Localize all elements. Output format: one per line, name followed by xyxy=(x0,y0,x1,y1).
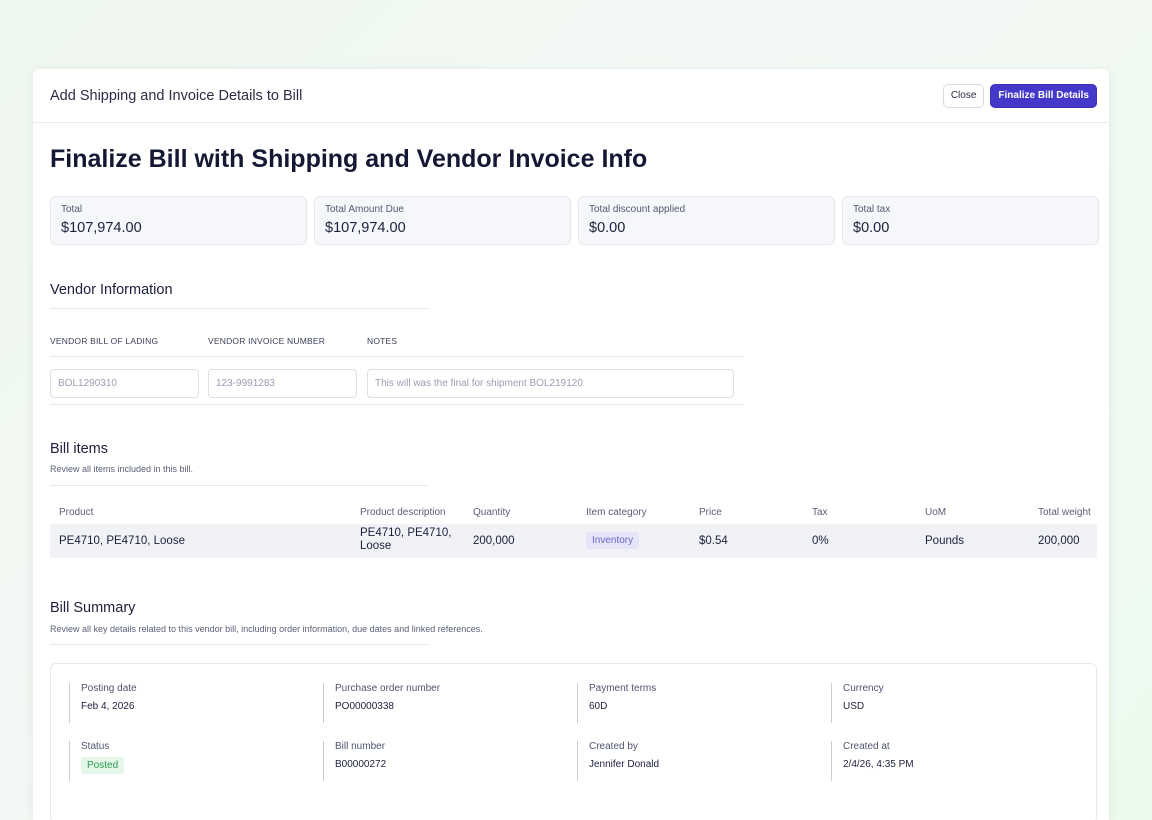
summary-label: Status xyxy=(81,741,110,752)
bill-modal: Add Shipping and Invoice Details to Bill… xyxy=(33,69,1109,820)
stat-value: $0.00 xyxy=(589,220,626,236)
divider xyxy=(50,356,744,357)
cell-product-description-line: PE4710, PE4710, xyxy=(360,527,452,539)
vendor-bill-of-lading-label: VENDOR BILL OF LADING xyxy=(50,336,159,346)
bill-summary-card: Posting date Feb 4, 2026 Purchase order … xyxy=(50,663,1097,820)
cell-price: $0.54 xyxy=(699,535,728,547)
stat-value: $0.00 xyxy=(853,220,890,236)
summary-payment-terms: Payment terms 60D xyxy=(577,683,656,723)
summary-label: Posting date xyxy=(81,683,137,694)
vendor-invoice-number-label: VENDOR INVOICE NUMBER xyxy=(208,336,326,346)
cell-product-description: PE4710, PE4710, Loose xyxy=(360,527,451,553)
cell-uom: Pounds xyxy=(925,535,965,547)
summary-purchase-order-number: Purchase order number PO00000338 xyxy=(323,683,440,723)
column-header-uom: UoM xyxy=(925,507,947,518)
column-header-product: Product xyxy=(59,507,94,518)
cell-product: PE4710, PE4710, Loose xyxy=(59,535,185,547)
stat-total-tax: Total tax $0.00 xyxy=(842,196,1099,245)
summary-value: Jennifer Donald xyxy=(589,759,660,770)
column-header-total-weight: Total weight xyxy=(1038,507,1091,518)
modal-title: Add Shipping and Invoice Details to Bill xyxy=(50,87,303,104)
summary-posting-date: Posting date Feb 4, 2026 xyxy=(69,683,137,723)
stat-total-discount: Total discount applied $0.00 xyxy=(578,196,835,245)
stat-label: Total discount applied xyxy=(589,204,686,215)
stat-total-amount-due: Total Amount Due $107,974.00 xyxy=(314,196,571,245)
column-header-item-category: Item category xyxy=(586,507,647,518)
notes-label: NOTES xyxy=(367,336,398,346)
summary-label: Purchase order number xyxy=(335,683,441,694)
stat-value: $107,974.00 xyxy=(61,220,142,236)
modal-header: Add Shipping and Invoice Details to Bill… xyxy=(33,69,1109,123)
divider xyxy=(50,308,428,309)
vendor-information-title: Vendor Information xyxy=(50,282,173,298)
vendor-invoice-number-input[interactable] xyxy=(208,369,357,398)
summary-bill-number: Bill number B00000272 xyxy=(323,741,386,781)
summary-label: Payment terms xyxy=(589,683,657,694)
category-tag: Inventory xyxy=(586,532,640,549)
stat-total: Total $107,974.00 xyxy=(50,196,307,245)
column-header-price: Price xyxy=(699,507,722,518)
summary-value: 2/4/26, 4:35 PM xyxy=(843,759,914,770)
divider xyxy=(50,644,428,645)
bill-items-table-header: Product Product description Quantity Ite… xyxy=(50,507,1097,523)
column-header-quantity: Quantity xyxy=(473,507,511,518)
stat-label: Total xyxy=(61,204,83,215)
column-header-tax: Tax xyxy=(812,507,828,518)
summary-created-at: Created at 2/4/26, 4:35 PM xyxy=(831,741,914,781)
status-badge: Posted xyxy=(81,757,125,774)
summary-label: Bill number xyxy=(335,741,386,752)
table-row[interactable]: PE4710, PE4710, Loose PE4710, PE4710, Lo… xyxy=(50,524,1097,558)
summary-value: PO00000338 xyxy=(335,701,394,712)
summary-value: B00000272 xyxy=(335,759,387,770)
cell-quantity: 200,000 xyxy=(473,535,515,547)
cell-product-description-line: Loose xyxy=(360,540,392,552)
header-actions: Close Finalize Bill Details xyxy=(942,83,1097,108)
notes-input[interactable] xyxy=(367,369,734,398)
summary-value: 60D xyxy=(589,701,608,712)
close-button[interactable]: Close xyxy=(942,83,985,108)
summary-created-by: Created by Jennifer Donald xyxy=(577,741,659,781)
stat-value: $107,974.00 xyxy=(325,220,406,236)
vendor-bill-of-lading-input[interactable] xyxy=(50,369,199,398)
stat-label: Total Amount Due xyxy=(325,204,404,215)
stats-row: Total $107,974.00 Total Amount Due $107,… xyxy=(50,196,1099,245)
stat-label: Total tax xyxy=(853,204,891,215)
summary-label: Currency xyxy=(843,683,884,694)
cell-tax: 0% xyxy=(812,535,829,547)
finalize-bill-details-button[interactable]: Finalize Bill Details xyxy=(990,83,1097,108)
bill-summary-title: Bill Summary xyxy=(50,600,136,616)
summary-label: Created by xyxy=(589,741,638,752)
divider xyxy=(50,485,428,486)
bill-items-title: Bill items xyxy=(50,441,109,457)
divider xyxy=(50,404,744,405)
page-title: Finalize Bill with Shipping and Vendor I… xyxy=(50,145,648,173)
cell-total-weight: 200,000 xyxy=(1038,535,1080,547)
summary-value: Feb 4, 2026 xyxy=(81,701,135,712)
summary-value: USD xyxy=(843,701,865,712)
bill-items-subtitle: Review all items included in this bill. xyxy=(50,464,194,474)
summary-currency: Currency USD xyxy=(831,683,884,723)
summary-label: Created at xyxy=(843,741,890,752)
summary-status: Status Posted xyxy=(69,741,125,781)
column-header-product-description: Product description xyxy=(360,507,446,518)
bill-summary-subtitle: Review all key details related to this v… xyxy=(50,624,483,634)
